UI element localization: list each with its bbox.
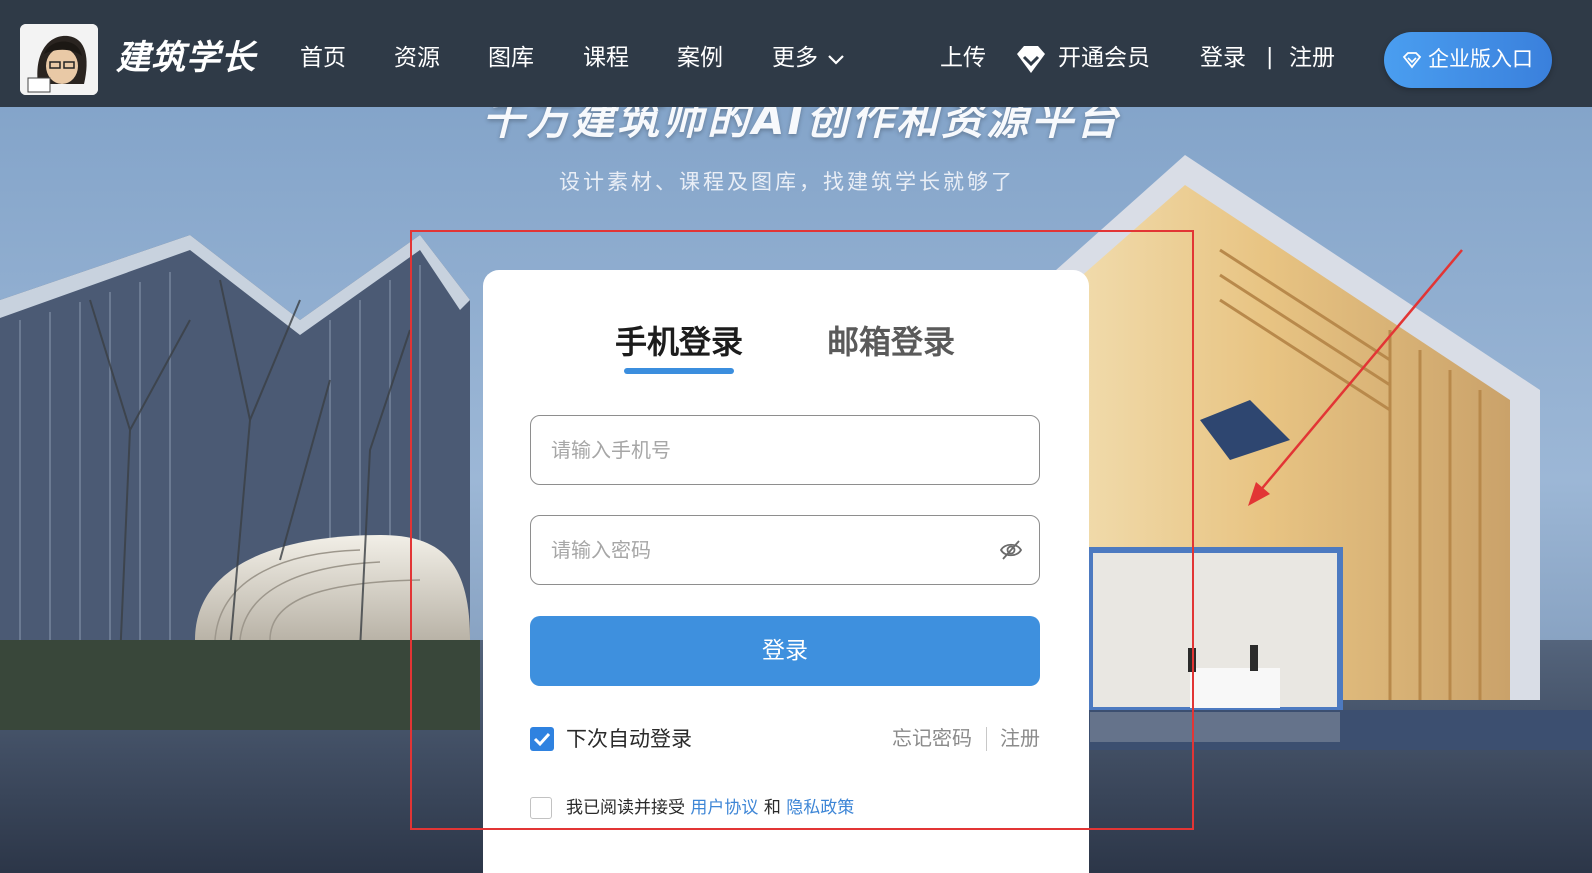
login-submit-button[interactable]: 登录	[530, 616, 1040, 686]
link-divider	[986, 727, 987, 751]
logo-avatar[interactable]	[20, 24, 98, 95]
forgot-password-link[interactable]: 忘记密码	[892, 723, 972, 753]
chevron-down-icon[interactable]	[826, 50, 846, 70]
logo-wordmark[interactable]: 建筑学长	[116, 36, 256, 80]
top-navigation: 建筑学长 首页 资源 图库 课程 案例 更多 上传 开通会员 登录 | 注册 企…	[0, 0, 1592, 107]
phone-field[interactable]	[530, 415, 1040, 485]
login-page: 建筑学长 首页 资源 图库 课程 案例 更多 上传 开通会员 登录 | 注册 企…	[0, 0, 1592, 873]
nav-gallery[interactable]: 图库	[488, 42, 534, 74]
active-tab-indicator	[624, 368, 734, 374]
auto-login-checkbox[interactable]	[530, 727, 554, 751]
nav-courses[interactable]: 课程	[583, 42, 629, 74]
agreement-prefix: 我已阅读并接受	[566, 798, 685, 818]
check-icon	[533, 732, 551, 747]
nav-divider: |	[1266, 45, 1274, 70]
password-input[interactable]	[549, 516, 993, 584]
nav-resources[interactable]: 资源	[394, 42, 440, 74]
enterprise-entry-label: 企业版入口	[1428, 47, 1533, 71]
hero-subtitle: 设计素材、课程及图库，找建筑学长就够了	[559, 170, 1015, 194]
tab-phone-login[interactable]: 手机登录	[615, 320, 743, 364]
phone-input[interactable]	[549, 416, 993, 484]
logo-cartoon-icon	[20, 24, 98, 95]
nav-more[interactable]: 更多	[772, 42, 818, 74]
password-field[interactable]	[530, 515, 1040, 585]
nav-cases[interactable]: 案例	[677, 42, 723, 74]
nav-upload[interactable]: 上传	[940, 42, 986, 74]
agreement-checkbox[interactable]	[530, 797, 552, 819]
diamond-outline-icon	[1402, 52, 1422, 69]
login-card: 手机登录 邮箱登录 登录 下次自动登录 忘记密码 注册 我已阅读并接受	[483, 270, 1089, 873]
enterprise-entry-button[interactable]: 企业版入口	[1384, 32, 1552, 88]
privacy-policy-link[interactable]: 隐私政策	[786, 798, 854, 818]
agreement-conjunction: 和	[763, 798, 781, 818]
diamond-icon	[1017, 46, 1045, 73]
auto-login-label: 下次自动登录	[566, 727, 692, 751]
user-agreement-link[interactable]: 用户协议	[690, 798, 758, 818]
agreement-text: 我已阅读并接受 用户协议 和 隐私政策	[566, 794, 854, 822]
nav-vip[interactable]: 开通会员	[1058, 42, 1150, 74]
tab-email-login[interactable]: 邮箱登录	[827, 320, 955, 364]
nav-login[interactable]: 登录	[1200, 42, 1246, 74]
nav-register[interactable]: 注册	[1289, 42, 1335, 74]
register-link[interactable]: 注册	[1000, 723, 1040, 753]
eye-off-icon[interactable]	[999, 539, 1023, 561]
nav-home[interactable]: 首页	[300, 42, 346, 74]
